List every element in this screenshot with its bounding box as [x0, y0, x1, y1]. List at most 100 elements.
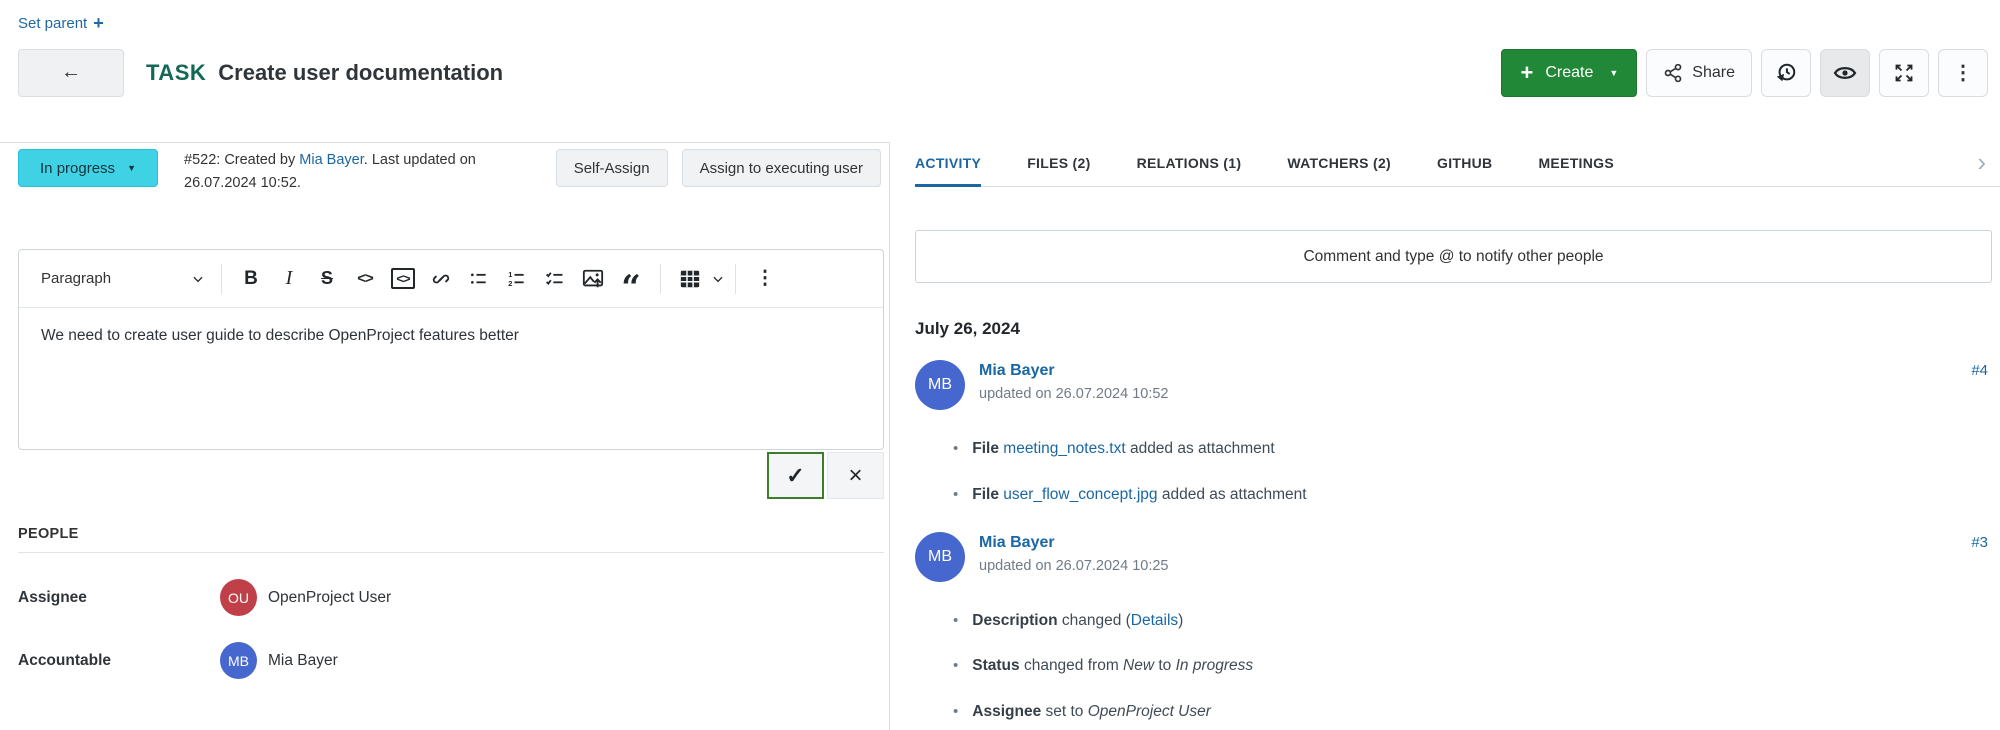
description-text-area[interactable]: We need to create user guide to describe…: [19, 308, 883, 449]
link-button[interactable]: [422, 259, 460, 299]
plus-icon: +: [93, 14, 104, 32]
people-section: PEOPLE Assignee OU OpenProject User Acco…: [18, 526, 884, 679]
toolbar-more-button[interactable]: ⋮: [746, 259, 784, 299]
numbered-list-icon: 1 2: [507, 269, 527, 289]
accountable-value[interactable]: Mia Bayer: [268, 652, 338, 670]
bullet-icon: •: [953, 480, 958, 511]
avatar[interactable]: MB: [220, 642, 257, 679]
bullet-icon: •: [953, 434, 958, 465]
activity-number-link[interactable]: #4: [1971, 360, 1988, 410]
assign-buttons: Self-Assign Assign to executing user: [556, 149, 881, 187]
kebab-icon: ⋮: [1953, 60, 1973, 85]
arrow-left-icon: ←: [61, 61, 81, 84]
share-icon: [1663, 63, 1683, 83]
italic-button[interactable]: I: [270, 259, 308, 299]
tab-bar: ACTIVITY FILES (2) RELATIONS (1) WATCHER…: [915, 142, 2000, 187]
bullet-icon: •: [953, 697, 958, 728]
activity-number-link[interactable]: #3: [1971, 532, 1988, 582]
code-block-button[interactable]: <>: [384, 259, 422, 299]
bulleted-list-icon: [469, 269, 489, 289]
inline-code-button[interactable]: <>: [346, 259, 384, 299]
save-button[interactable]: ✓: [767, 452, 824, 499]
plus-icon: +: [1520, 62, 1533, 84]
svg-text:1: 1: [508, 270, 512, 279]
divider: [18, 552, 884, 553]
eye-icon: [1833, 61, 1857, 85]
set-parent-label: Set parent: [18, 15, 87, 32]
activity-change-item: •Assignee set to OpenProject User: [953, 696, 2000, 728]
entry-head: Mia Bayer updated on 26.07.2024 10:25: [979, 532, 1168, 582]
close-icon: ×: [848, 462, 862, 490]
avatar[interactable]: MB: [915, 532, 965, 582]
activity-changes-list: •Description changed (Details) •Status c…: [915, 605, 2000, 730]
tab-meetings[interactable]: MEETINGS: [1538, 142, 1614, 187]
bulleted-list-button[interactable]: [460, 259, 498, 299]
table-icon-wrap: [671, 259, 709, 299]
history-clock-icon: [1775, 62, 1797, 84]
accountable-row: Accountable MB Mia Bayer: [18, 642, 884, 679]
numbered-list-button[interactable]: 1 2: [498, 259, 536, 299]
strikethrough-button[interactable]: S: [308, 259, 346, 299]
blockquote-button[interactable]: “: [612, 259, 650, 299]
activity-history-button[interactable]: [1761, 49, 1811, 97]
fullscreen-button[interactable]: [1879, 49, 1929, 97]
header-row: ← TASK Create user documentation + Creat…: [18, 49, 1988, 97]
activity-changes-list: •File meeting_notes.txt added as attachm…: [915, 433, 2000, 511]
chevron-down-icon: [711, 272, 725, 286]
assignee-value[interactable]: OpenProject User: [268, 589, 391, 607]
bullet-icon: •: [953, 606, 958, 637]
set-parent-link[interactable]: Set parent +: [18, 14, 104, 32]
activity-entry: MB Mia Bayer updated on 26.07.2024 10:52…: [915, 360, 2000, 410]
chevron-down-icon: ▼: [127, 163, 136, 173]
body-columns: In progress ▼ #522: Created by Mia Bayer…: [0, 142, 2000, 730]
bold-button[interactable]: B: [232, 259, 270, 299]
status-label: In progress: [40, 160, 115, 177]
table-icon: [679, 268, 701, 290]
link-icon: [431, 269, 451, 289]
toolbar-divider: [735, 264, 736, 294]
assignee-label: Assignee: [18, 589, 220, 607]
paragraph-format-dropdown[interactable]: Paragraph: [33, 264, 211, 293]
check-icon: ✓: [786, 463, 804, 489]
description-editor: Paragraph B I S <> <>: [18, 249, 884, 450]
image-upload-icon: [582, 268, 604, 290]
avatar[interactable]: OU: [220, 579, 257, 616]
insert-table-dropdown[interactable]: [671, 259, 725, 299]
tab-watchers[interactable]: WATCHERS (2): [1287, 142, 1391, 187]
cancel-button[interactable]: ×: [827, 452, 884, 499]
entry-timestamp: updated on 26.07.2024 10:52: [979, 386, 1168, 402]
watch-button[interactable]: [1820, 49, 1870, 97]
todo-list-icon: [545, 269, 565, 289]
comment-input[interactable]: Comment and type @ to notify other peopl…: [915, 230, 1992, 283]
toolbar-divider: [221, 264, 222, 294]
share-button[interactable]: Share: [1646, 49, 1752, 97]
activity-entry: MB Mia Bayer updated on 26.07.2024 10:25…: [915, 532, 2000, 582]
editor-actions: ✓ ×: [18, 452, 884, 499]
bullet-icon: •: [953, 651, 958, 682]
create-button[interactable]: + Create ▼: [1501, 49, 1637, 97]
activity-change-item: •Status changed from New to In progress: [953, 650, 2000, 682]
paragraph-format-label: Paragraph: [41, 270, 111, 287]
assignee-row: Assignee OU OpenProject User: [18, 579, 884, 616]
tab-relations[interactable]: RELATIONS (1): [1137, 142, 1242, 187]
tab-github[interactable]: GITHUB: [1437, 142, 1492, 187]
todo-list-button[interactable]: [536, 259, 574, 299]
insert-image-button[interactable]: [574, 259, 612, 299]
user-link[interactable]: Mia Bayer: [979, 362, 1168, 380]
self-assign-button[interactable]: Self-Assign: [556, 149, 668, 187]
page-title[interactable]: Create user documentation: [218, 60, 503, 86]
user-link[interactable]: Mia Bayer: [979, 534, 1168, 552]
svg-text:2: 2: [508, 279, 512, 288]
work-package-type[interactable]: TASK: [146, 60, 206, 86]
chevron-down-icon: [191, 272, 205, 286]
more-menu-button[interactable]: ⋮: [1938, 49, 1988, 97]
tab-files[interactable]: FILES (2): [1027, 142, 1090, 187]
people-heading: PEOPLE: [18, 526, 884, 542]
status-dropdown[interactable]: In progress ▼: [18, 149, 158, 187]
assign-executing-user-button[interactable]: Assign to executing user: [682, 149, 881, 187]
tab-activity[interactable]: ACTIVITY: [915, 142, 981, 187]
chevron-right-icon[interactable]: ›: [1977, 149, 1986, 179]
avatar[interactable]: MB: [915, 360, 965, 410]
back-button[interactable]: ←: [18, 49, 124, 97]
details-panel: In progress ▼ #522: Created by Mia Bayer…: [0, 142, 890, 730]
